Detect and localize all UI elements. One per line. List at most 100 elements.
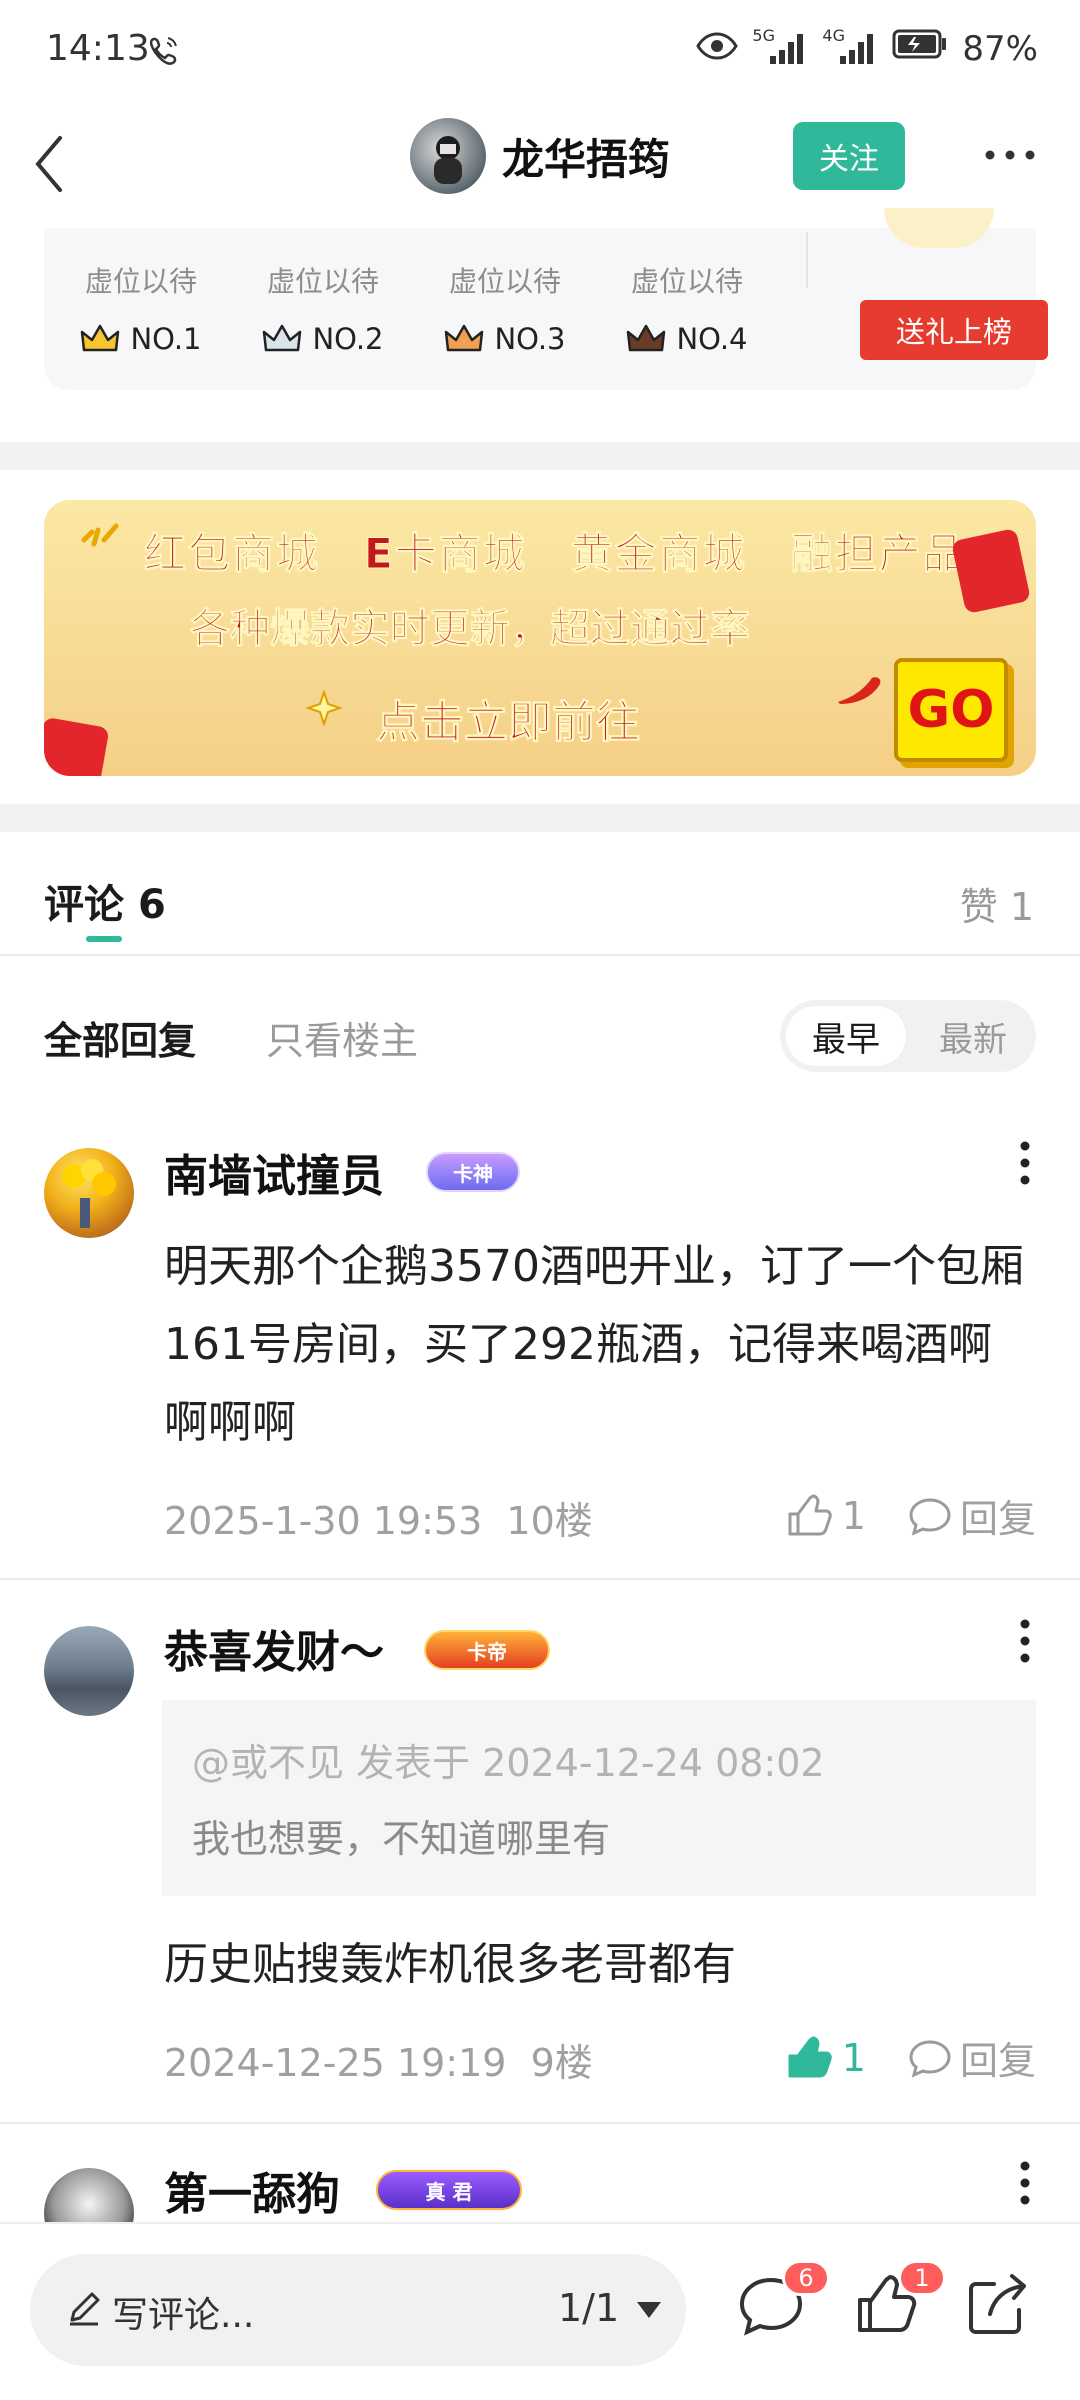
commenter-name[interactable]: 恭喜发财～ [164,1616,384,1680]
reply-bubble-icon [909,2039,951,2078]
rank-slot-1[interactable]: 虚位以待 NO.1 [66,228,216,356]
like-count: 1 [841,2035,866,2080]
banner-line-2: 各种爆款实时更新，超过通过率 [190,606,751,653]
comments-header: 评论 6 赞 1 [0,832,1080,956]
eye-icon [696,29,739,69]
comments-tab-label: 评论 [44,882,124,928]
quote-text: 我也想要，不知道哪里有 [192,1817,611,1861]
author-name[interactable]: 龙华捂筠 [502,126,670,187]
user-title-badge: 卡神 [426,1152,520,1192]
author-avatar[interactable] [410,118,486,194]
user-title-badge: 真 君 [376,2170,522,2210]
rank-number: NO.2 [312,322,384,356]
share-button[interactable] [964,2270,1034,2340]
comment-placeholder: 写评论... [112,2295,255,2336]
rank-number: NO.4 [676,322,748,356]
status-time: 14:13 [46,28,150,69]
likes-tab-label: 赞 [959,885,998,929]
comment-more-button[interactable] [1010,2158,1040,2208]
crown-bronze-icon [445,324,484,352]
rank-slot-label: 虚位以待 [266,265,379,298]
comment-input-box[interactable]: 写评论... 1/1 [30,2254,686,2366]
commenter-avatar[interactable] [44,1148,134,1238]
comments-badge: 6 [782,2260,830,2296]
status-right: 5G 4G 87% [696,26,1038,69]
bottom-action-bar: 写评论... 1/1 6 1 [0,2222,1080,2400]
more-horizontal-icon [985,150,1035,160]
comment-filter-row: 全部回复 只看楼主 最早 最新 [0,958,1080,1078]
user-title-badge: 卡帝 [424,1630,550,1670]
tab-likes[interactable]: 赞 1 [960,876,1034,931]
like-button[interactable]: 1 [786,2036,866,2080]
quoted-comment[interactable]: @或不见 发表于 2024-12-24 08:02 我也想要，不知道哪里有 [162,1700,1036,1896]
crown-gold-icon [81,324,120,352]
status-bar: 14:13 5G 4G 87% [0,0,1080,100]
back-button[interactable] [30,124,90,204]
red-envelope-mascot-right [951,527,1031,615]
ranking-divider [806,232,808,288]
banner-item-guarantee: 融担产品 [790,529,967,579]
comment-text: 历史贴搜轰炸机很多老哥都有 [164,1939,736,1990]
thumbs-up-filled-icon [788,2036,832,2077]
rank-number: NO.1 [130,322,202,356]
signal-icon-5g: 5G [752,26,808,66]
commenter-name[interactable]: 第一舔狗 [164,2158,340,2222]
sort-newest[interactable]: 最新 [916,1006,1030,1066]
more-vertical-icon [1020,1619,1030,1663]
filter-all-replies[interactable]: 全部回复 [44,1010,196,1065]
comment-text: 明天那个企鹅3570酒吧开业，订了一个包厢161号房间，买了292瓶酒，记得来喝… [164,1241,1024,1448]
rank-slot-4[interactable]: 虚位以待 NO.4 [612,228,762,356]
promo-banner[interactable]: 红包商城 E卡商城 黄金商城 融担产品 各种爆款实时更新，超过通过率 点击立即前往 G… [44,500,1036,776]
comment-floor: 9楼 [530,2041,593,2085]
commenter-name[interactable]: 南墙试撞员 [164,1140,384,1204]
like-button[interactable]: 1 [786,1494,866,1538]
comment-more-button[interactable] [1010,1616,1040,1666]
rank-slot-3[interactable]: 虚位以待 NO.3 [430,228,580,356]
pen-icon [64,2288,104,2328]
comment-date: 2025-1-30 19:53 [164,1499,483,1543]
follow-button[interactable]: 关注 [793,122,905,190]
filter-op-only[interactable]: 只看楼主 [266,1010,418,1065]
star-decoration [304,688,344,728]
gift-ranking-card: 虚位以待 NO.1 虚位以待 NO.2 虚位以待 NO.3 虚位以待 NO.4 … [44,208,1048,390]
caret-down-icon[interactable] [634,2298,664,2322]
commenter-avatar[interactable] [44,2168,134,2222]
gift-avatar-placeholder [884,208,994,248]
rank-slot-label: 虚位以待 [84,265,197,298]
banner-line-1: 红包商城 E卡商城 黄金商城 融担产品 [143,520,1011,581]
rank-slot-label: 虚位以待 [448,265,561,298]
tab-indicator [86,936,122,942]
commenter-avatar[interactable] [44,1626,134,1716]
chili-decoration [834,668,894,708]
thumbs-up-icon [788,1494,832,1535]
comment-divider [0,1578,1080,1580]
banner-item-redpacket: 红包商城 [143,529,321,579]
comments-count: 6 [137,882,166,928]
tab-comments[interactable]: 评论 6 [44,872,166,930]
reply-button[interactable]: 回复 [908,2030,1036,2085]
rank-slot-2[interactable]: 虚位以待 NO.2 [248,228,398,356]
crown-silver-icon [263,324,302,352]
more-options-button[interactable] [980,140,1040,170]
red-envelope-mascot-left [44,716,110,776]
banner-line-3: 点击立即前往 [376,697,641,749]
rank-number: NO.3 [494,322,566,356]
like-count: 1 [841,1493,866,1538]
sort-earliest[interactable]: 最早 [786,1006,906,1066]
crown-dark-icon [627,324,666,352]
quote-header: @或不见 发表于 2024-12-24 08:02 [192,1741,825,1785]
reply-button[interactable]: 回复 [908,1488,1036,1543]
comment-floor: 10楼 [506,1499,593,1543]
banner-item-ecard: E卡商城 [364,529,527,579]
comment-more-button[interactable] [1010,1138,1040,1188]
share-icon [969,2274,1026,2334]
page-indicator[interactable]: 1/1 [558,2286,619,2330]
go-button[interactable]: GO [894,658,1008,762]
gift-to-rank-button[interactable]: 送礼上榜 [860,300,1048,360]
wifi-call-icon [146,34,180,68]
chevron-left-icon [35,136,62,192]
rank-slot-label: 虚位以待 [630,265,743,298]
comment-actions: 1 回复 [786,2030,1036,2085]
sort-toggle: 最早 最新 [780,1000,1036,1072]
comment-meta: 2025-1-30 19:53 10楼 [164,1490,593,1545]
